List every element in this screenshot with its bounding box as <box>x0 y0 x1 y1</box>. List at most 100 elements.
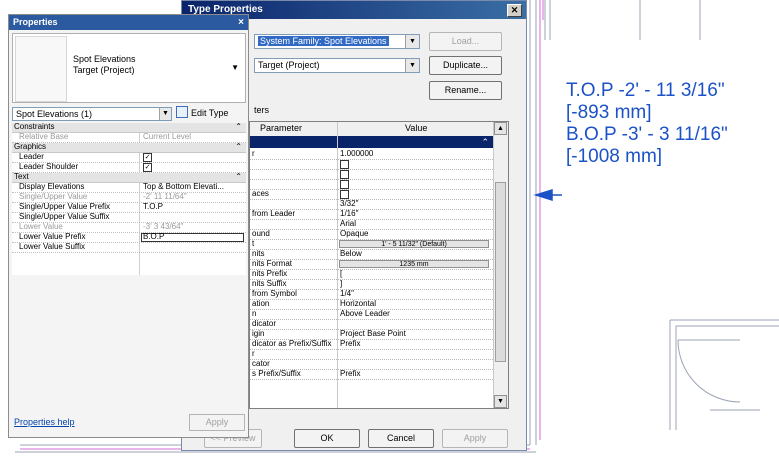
edit-type-icon <box>176 106 188 118</box>
type-parameters-grid: Parameter Value ⌃ r 1.000000 aces 3/32" from… <box>249 121 509 409</box>
param-row[interactable]: Arial <box>250 219 495 230</box>
chevron-down-icon: ▼ <box>405 59 419 72</box>
param-row[interactable]: r 1.000000 <box>250 149 495 160</box>
spot-elevation-annotation[interactable]: T.O.P -2' - 11 3/16" [-893 mm] B.O.P -3'… <box>566 80 728 168</box>
param-name: n <box>252 309 257 318</box>
apply-button[interactable]: Apply <box>442 429 508 448</box>
chevron-down-icon: ▼ <box>159 108 171 120</box>
scroll-down-icon[interactable]: ▼ <box>494 395 507 408</box>
prop-name: Single/Upper Value Prefix <box>19 202 111 211</box>
scroll-thumb[interactable] <box>495 182 506 362</box>
instance-filter-value: Spot Elevations (1) <box>16 109 93 119</box>
prop-value: -2' 11 11/64" <box>143 192 187 201</box>
leader-checkbox[interactable]: ✓ <box>143 153 152 162</box>
param-row[interactable] <box>250 160 495 170</box>
param-value: Arial <box>340 219 357 228</box>
param-row[interactable]: from Leader 1/16" <box>250 209 495 220</box>
close-icon[interactable]: ✕ <box>507 4 522 17</box>
rename-button[interactable]: Rename... <box>429 81 502 100</box>
param-value: Prefix <box>340 369 361 378</box>
prop-value: Top & Bottom Elevati... <box>143 182 224 191</box>
param-value: [ <box>340 269 343 278</box>
param-checkbox[interactable] <box>340 170 349 179</box>
annotation-bottom-value: B.O.P -3' - 3 11/16" <box>566 124 728 145</box>
type-dropdown[interactable]: Target (Project) ▼ <box>254 58 420 73</box>
param-value: Prefix <box>340 339 361 348</box>
leader-shoulder-checkbox[interactable]: ✓ <box>143 163 152 172</box>
prop-name: Single/Upper Value Suffix <box>19 212 110 221</box>
param-row[interactable] <box>250 170 495 180</box>
prop-name: Relative Base <box>19 132 69 141</box>
prop-name: Display Elevations <box>19 182 85 191</box>
param-value: Project Base Point <box>340 329 406 338</box>
param-name: nits <box>252 249 265 258</box>
param-row[interactable]: aces <box>250 189 495 200</box>
type-family-name: Spot Elevations <box>73 54 136 64</box>
prop-name: Lower Value <box>19 222 63 231</box>
chevron-down-icon: ▼ <box>231 63 239 72</box>
palette-apply-button[interactable]: Apply <box>189 414 245 431</box>
palette-title[interactable]: Properties × <box>9 15 248 30</box>
ok-button[interactable]: OK <box>294 429 360 448</box>
param-value: ] <box>340 279 343 288</box>
col-value[interactable]: Value <box>405 123 427 133</box>
param-name: nits Prefix <box>252 269 288 278</box>
type-parameters-heading: ters <box>254 105 270 115</box>
param-checkbox[interactable] <box>340 190 349 199</box>
param-value: 1/16" <box>340 209 359 218</box>
prop-row-lower-suffix[interactable]: Lower Value Suffix <box>12 242 246 253</box>
vertical-scrollbar[interactable]: ▲ ▼ <box>493 122 508 408</box>
param-name: from Symbol <box>252 289 297 298</box>
type-selector[interactable]: Spot Elevations Target (Project) ▼ <box>12 33 246 103</box>
edit-type-button[interactable]: Edit Type <box>176 106 246 121</box>
param-name: from Leader <box>252 209 296 218</box>
collapse-icon: ⌃ <box>481 137 489 147</box>
collapse-icon[interactable]: ⌃ <box>235 122 242 131</box>
load-button[interactable]: Load... <box>429 32 502 51</box>
prop-value: Current Level <box>143 132 192 141</box>
grid-section-header[interactable]: ⌃ <box>250 136 495 148</box>
collapse-icon[interactable]: ⌃ <box>235 172 242 181</box>
close-icon[interactable]: × <box>238 15 244 30</box>
prop-value: T.O.P <box>143 202 164 211</box>
category-graphics[interactable]: Graphics ⌃ <box>12 142 246 153</box>
param-row[interactable]: dicator as Prefix/Suffix Prefix <box>250 339 495 350</box>
param-name: nits Suffix <box>252 279 287 288</box>
scroll-up-icon[interactable]: ▲ <box>494 122 507 135</box>
prop-name: Leader Shoulder <box>19 162 79 171</box>
param-name: igin <box>252 329 265 338</box>
param-checkbox[interactable] <box>340 180 349 189</box>
param-name: r <box>252 349 255 358</box>
param-value: 1/4" <box>340 289 354 298</box>
param-row[interactable]: nits Prefix [ <box>250 269 495 280</box>
param-value: Horizontal <box>340 299 377 308</box>
prop-value: B.O.P <box>143 232 165 241</box>
prop-name: Leader <box>19 152 44 161</box>
properties-help-link[interactable]: Properties help <box>14 417 75 427</box>
annotation-top-metric: [-893 mm] <box>566 102 652 123</box>
param-checkbox[interactable] <box>340 160 349 169</box>
collapse-icon[interactable]: ⌃ <box>235 142 242 151</box>
param-value: Opaque <box>340 229 369 238</box>
instance-filter-dropdown[interactable]: Spot Elevations (1) ▼ <box>12 107 172 121</box>
family-dropdown[interactable]: System Family: Spot Elevations ▼ <box>254 34 420 49</box>
param-row[interactable] <box>250 180 495 190</box>
param-value-button[interactable]: 1' - 5 11/32" (Default) <box>339 240 489 248</box>
prop-row-relative-base[interactable]: Relative Base Current Level <box>12 132 246 143</box>
param-row[interactable]: r <box>250 349 495 360</box>
param-row[interactable]: t 1' - 5 11/32" (Default) <box>250 239 495 250</box>
param-row[interactable]: s Prefix/Suffix Prefix <box>250 369 495 380</box>
param-name: dicator <box>252 319 277 328</box>
col-parameter[interactable]: Parameter <box>260 123 302 133</box>
cancel-button[interactable]: Cancel <box>368 429 434 448</box>
param-value-button[interactable]: 1235 mm <box>339 260 489 268</box>
param-name: cator <box>252 359 270 368</box>
param-row[interactable]: ound Opaque <box>250 229 495 240</box>
param-row[interactable]: n Above Leader <box>250 309 495 320</box>
param-name: s Prefix/Suffix <box>252 369 301 378</box>
prop-row-leader-shoulder[interactable]: Leader Shoulder ✓ <box>12 162 246 173</box>
duplicate-button[interactable]: Duplicate... <box>429 56 502 75</box>
palette-title-text: Properties <box>13 17 58 27</box>
param-value: Above Leader <box>340 309 390 318</box>
properties-palette: Properties × Spot Elevations Target (Pro… <box>8 14 249 438</box>
